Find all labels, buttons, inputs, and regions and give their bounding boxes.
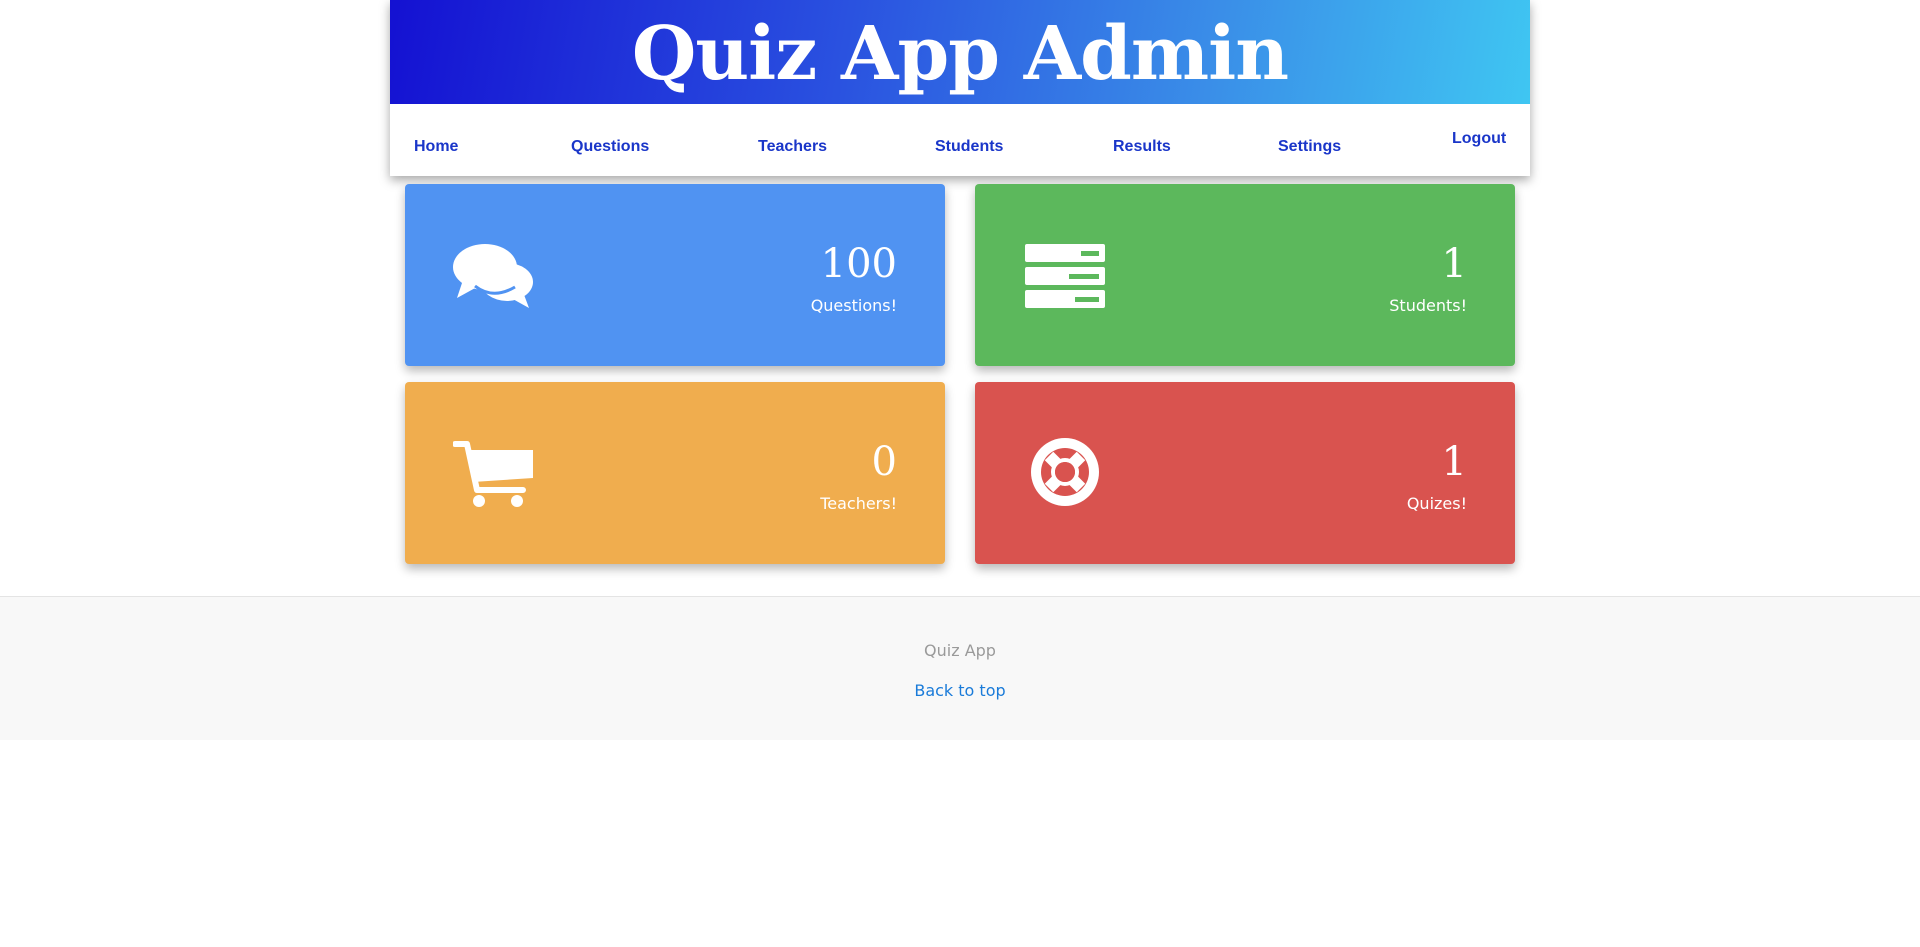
nav-home-link[interactable]: Home: [414, 138, 458, 156]
questions-count: 100: [820, 241, 897, 287]
nav-settings-link[interactable]: Settings: [1278, 138, 1341, 156]
questions-label: Questions!: [810, 296, 897, 315]
teachers-label: Teachers!: [820, 494, 897, 513]
nav-teachers-link[interactable]: Teachers: [758, 138, 827, 156]
quizes-label: Quizes!: [1406, 494, 1467, 513]
shopping-cart-icon: [453, 441, 533, 507]
students-stat-tile[interactable]: 1 Students!: [975, 184, 1515, 366]
quizes-stat-tile[interactable]: 1 Quizes!: [975, 382, 1515, 564]
comments-icon: [453, 244, 533, 308]
quizes-count: 1: [1441, 439, 1467, 485]
header-card: Quiz App Admin Home Questions Teachers S…: [390, 0, 1530, 176]
life-ring-icon: [1031, 438, 1099, 506]
nav-logout-link[interactable]: Logout: [1452, 130, 1506, 148]
main-nav: Home Questions Teachers Students Results…: [390, 104, 1530, 176]
header-banner: Quiz App Admin: [390, 0, 1530, 104]
students-label: Students!: [1389, 296, 1467, 315]
nav-questions-link[interactable]: Questions: [571, 138, 649, 156]
nav-results-link[interactable]: Results: [1113, 138, 1171, 156]
teachers-count: 0: [871, 439, 897, 485]
app-title: Quiz App Admin: [631, 11, 1289, 97]
teachers-stat-tile[interactable]: 0 Teachers!: [405, 382, 945, 564]
questions-stat-tile[interactable]: 100 Questions!: [405, 184, 945, 366]
footer-brand: Quiz App: [924, 641, 996, 660]
students-count: 1: [1441, 241, 1467, 287]
back-to-top-link[interactable]: Back to top: [0, 681, 1920, 700]
server-icon: [1025, 244, 1105, 308]
page-footer: Quiz App Back to top: [0, 596, 1920, 740]
nav-students-link[interactable]: Students: [935, 138, 1003, 156]
